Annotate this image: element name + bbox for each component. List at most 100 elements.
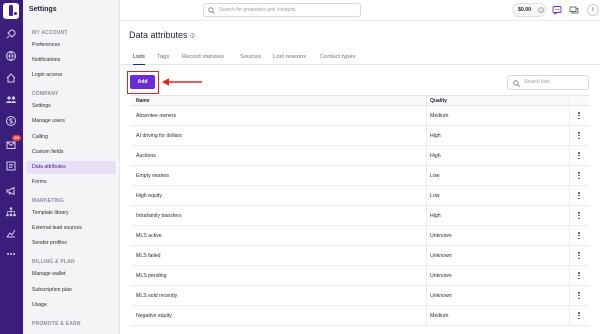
row-menu-icon[interactable]	[577, 132, 581, 141]
table-row[interactable]: MLS active Unknown	[131, 226, 589, 246]
logo-dot	[14, 12, 17, 15]
chart-icon[interactable]	[5, 227, 17, 239]
sidebar-item-settings[interactable]: Settings	[26, 100, 116, 113]
row-name: MLS pending	[136, 273, 167, 279]
sidebar-item-sender-profiles[interactable]: Sender profiles	[26, 237, 116, 250]
sidebar-item-external-lead-sources[interactable]: External lead sources	[26, 222, 116, 235]
row-menu-icon[interactable]	[577, 312, 581, 321]
table-row[interactable]: MLS failed Unknown	[131, 246, 589, 266]
megaphone-icon[interactable]	[5, 185, 17, 197]
section-company: COMPANY	[32, 91, 59, 97]
tab-tags[interactable]: Tags	[157, 54, 169, 65]
row-menu-icon[interactable]	[577, 112, 581, 121]
sidebar-item-template-library[interactable]: Template library	[26, 207, 116, 220]
tab-sources[interactable]: Sources	[240, 54, 261, 65]
section-billing-plan: BILLING & PLAN	[32, 259, 75, 265]
info-icon[interactable]	[190, 33, 195, 38]
table-row[interactable]: Intrafamily transfers High	[131, 206, 589, 226]
table-row[interactable]: Negative equity Medium	[131, 306, 589, 326]
section-my-account: MY ACCOUNT	[32, 30, 68, 36]
top-bar: Search for properties and contacts $0.00…	[120, 0, 600, 21]
sidebar-item-notifications[interactable]: Notifications	[26, 54, 116, 67]
chat-support-icon[interactable]	[552, 5, 562, 15]
sidebar-item-custom-fields[interactable]: Custom fields	[26, 146, 116, 159]
row-menu-icon[interactable]	[577, 252, 581, 261]
row-quality: High	[430, 153, 441, 159]
global-search-input[interactable]: Search for properties and contacts	[203, 3, 361, 17]
row-quality: Unknown	[430, 253, 452, 259]
sidebar-item-data-attributes[interactable]: Data attributes	[26, 161, 116, 174]
attribute-tabs: Lists Tags Record statuses Sources Lost …	[120, 51, 600, 65]
app-logo[interactable]	[3, 3, 19, 19]
row-menu-icon[interactable]	[577, 172, 581, 181]
row-menu-icon[interactable]	[577, 292, 581, 301]
tab-lists[interactable]: Lists	[133, 54, 145, 65]
table-row[interactable]: Absentee owners Medium	[131, 106, 589, 126]
row-name: MLS failed	[136, 253, 161, 259]
sidebar-item-manage-wallet[interactable]: Manage wallet	[26, 268, 116, 281]
row-quality: Medium	[430, 113, 449, 119]
sidebar-title: Settings	[29, 6, 57, 13]
row-menu-icon[interactable]	[577, 232, 581, 241]
table-row[interactable]: High equity Low	[131, 186, 589, 206]
search-icon	[208, 7, 215, 14]
people-icon[interactable]	[5, 94, 17, 106]
row-name: Negative equity	[136, 313, 172, 319]
avatar[interactable]: I	[587, 4, 599, 16]
row-name: Empty nesters	[136, 173, 170, 179]
row-menu-icon[interactable]	[577, 152, 581, 161]
table-header: Name Quality	[131, 95, 589, 106]
notification-badge: 28	[12, 135, 21, 141]
more-icon[interactable]	[5, 248, 17, 260]
tab-lost-reasons[interactable]: Lost reasons	[273, 54, 306, 65]
sidebar-item-login-access[interactable]: Login access	[26, 69, 116, 82]
row-name: High equity	[136, 193, 162, 199]
column-header-quality[interactable]: Quality	[430, 96, 447, 106]
sidebar-item-calling[interactable]: Calling	[26, 131, 116, 144]
wallet-balance-pill[interactable]: $0.00	[512, 3, 546, 17]
wallet-balance: $0.00	[518, 7, 531, 13]
sidebar-item-preferences[interactable]: Preferences	[26, 39, 116, 52]
logo-mark	[9, 5, 13, 16]
lists-table: Name Quality Absentee owners Medium AI dri…	[131, 95, 589, 326]
network-icon[interactable]	[5, 206, 17, 218]
row-name: AI driving for dollars	[136, 133, 182, 139]
row-menu-icon[interactable]	[577, 192, 581, 201]
list-icon[interactable]	[5, 160, 17, 172]
globe-icon[interactable]	[5, 50, 17, 62]
sidebar-item-forms[interactable]: Forms	[26, 176, 116, 189]
table-row[interactable]: MLS pending Unknown	[131, 266, 589, 286]
rocket-icon[interactable]	[5, 28, 17, 40]
row-menu-icon[interactable]	[577, 212, 581, 221]
row-quality: High	[430, 213, 441, 219]
row-quality: Unknown	[430, 233, 452, 239]
table-row[interactable]: Auctions High	[131, 146, 589, 166]
list-search-placeholder: Search lists	[524, 79, 550, 85]
table-row[interactable]: MLS sold recently Unknown	[131, 286, 589, 306]
sidebar-item-subscription-plan[interactable]: Subscription plan	[26, 284, 116, 297]
sidebar-item-usage[interactable]: Usage	[26, 299, 116, 312]
row-quality: Unknown	[430, 273, 452, 279]
pointer-arrow-icon	[162, 78, 202, 86]
sidebar-item-manage-users[interactable]: Manage users	[26, 115, 116, 128]
section-marketing: MARKETING	[32, 198, 65, 204]
tab-contact-types[interactable]: Contact types	[320, 54, 355, 65]
app-icon-rail: 28	[0, 0, 23, 334]
row-name: MLS active	[136, 233, 162, 239]
section-promote-earn: PROMOTE & EARN	[32, 321, 81, 327]
row-name: Absentee owners	[136, 113, 177, 119]
row-quality: Medium	[430, 313, 449, 319]
table-row[interactable]: AI driving for dollars High	[131, 126, 589, 146]
row-name: Intrafamily transfers	[136, 213, 182, 219]
add-button[interactable]: Add	[130, 75, 155, 89]
list-search-input[interactable]: Search lists	[507, 75, 589, 90]
add-button-highlight: Add	[127, 71, 159, 94]
messages-icon[interactable]	[569, 5, 579, 15]
row-menu-icon[interactable]	[577, 272, 581, 281]
table-row[interactable]: Empty nesters Low	[131, 166, 589, 186]
column-header-name[interactable]: Name	[136, 96, 150, 106]
dollar-icon[interactable]	[5, 115, 17, 127]
tab-record-statuses[interactable]: Record statuses	[182, 54, 224, 65]
home-icon[interactable]	[5, 72, 17, 84]
row-name: MLS sold recently	[136, 293, 178, 299]
